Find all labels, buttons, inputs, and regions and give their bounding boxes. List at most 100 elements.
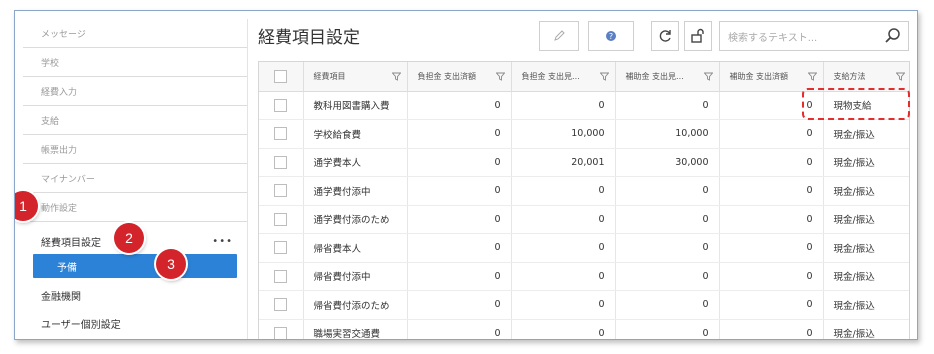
table-cell: 0 — [615, 290, 720, 320]
select-all-checkbox[interactable] — [274, 69, 288, 83]
table-cell: 教科用図書購入費 — [303, 91, 408, 120]
filter-icon[interactable] — [599, 72, 609, 81]
sidebar: メッセージ 学校 経費入力 支給 帳票出力 マイナンバー 動作設定 経費項目設定… — [23, 19, 248, 339]
sidebar-sub-reserve[interactable]: 予備 — [33, 254, 237, 278]
column-header[interactable]: 負担金 支出見... — [511, 62, 616, 92]
row-select-cell — [259, 119, 304, 149]
filter-icon[interactable] — [391, 72, 401, 81]
column-header-label: 負担金 支出見... — [521, 71, 580, 81]
table-row[interactable]: 職場実習交通費 0 0 0 0 現金/振込 — [259, 319, 909, 339]
table-row[interactable]: 通学費付添中 0 0 0 0 現金/振込 — [259, 176, 909, 206]
unlock-button[interactable] — [684, 21, 712, 51]
row-select-cell — [259, 290, 304, 320]
table-cell: 0 — [407, 176, 512, 206]
table-cell: 0 — [615, 91, 720, 120]
row-checkbox[interactable] — [274, 326, 288, 339]
filter-icon[interactable] — [495, 72, 505, 81]
help-button[interactable]: ? — [588, 21, 634, 51]
sidebar-item-label: 帳票出力 — [41, 145, 78, 156]
refresh-button[interactable] — [651, 21, 679, 51]
table-cell: 0 — [719, 319, 824, 339]
table-cell: 通学費本人 — [303, 148, 408, 177]
sidebar-item-label: 支給 — [41, 116, 60, 127]
table-cell: 0 — [511, 262, 616, 291]
app-window: メッセージ 学校 経費入力 支給 帳票出力 マイナンバー 動作設定 経費項目設定… — [14, 10, 918, 340]
table-cell: 0 — [407, 91, 512, 120]
column-header[interactable]: 補助金 支出済額 — [719, 62, 824, 92]
table-row[interactable]: 帰省費本人 0 0 0 0 現金/振込 — [259, 233, 909, 263]
search-input[interactable]: 検索するテキスト... — [719, 21, 909, 51]
table-cell: 現金/振込 — [823, 176, 909, 206]
table-cell: 0 — [615, 319, 720, 339]
column-header[interactable]: 補助金 支出見... — [615, 62, 720, 92]
more-options-icon[interactable]: ••• — [212, 236, 233, 247]
table-cell: 現金/振込 — [823, 233, 909, 263]
unlock-icon — [691, 28, 704, 43]
filter-icon[interactable] — [807, 72, 817, 81]
row-select-cell — [259, 205, 304, 234]
row-select-cell — [259, 91, 304, 120]
table-cell: 0 — [719, 148, 824, 177]
table-cell: 現金/振込 — [823, 119, 909, 149]
column-header[interactable]: 負担金 支出済額 — [407, 62, 512, 92]
table-row[interactable]: 通学費本人 0 20,001 30,000 0 現金/振込 — [259, 148, 909, 177]
sidebar-item-payment[interactable]: 支給 — [23, 106, 247, 135]
row-select-cell — [259, 233, 304, 263]
svg-text:?: ? — [609, 32, 613, 41]
filter-icon[interactable] — [703, 72, 713, 81]
table-cell: 0 — [511, 319, 616, 339]
table-cell: 職場実習交通費 — [303, 319, 408, 339]
step-badge: 3 — [156, 249, 186, 279]
table-row[interactable]: 学校給食費 0 10,000 10,000 0 現金/振込 — [259, 119, 909, 149]
table-cell: 0 — [719, 176, 824, 206]
help-icon: ? — [606, 31, 616, 41]
sidebar-item-label: 経費入力 — [41, 87, 78, 98]
table-cell: 0 — [511, 91, 616, 120]
column-header-label: 補助金 支出見... — [625, 71, 684, 81]
column-header[interactable]: 支給方法 — [823, 62, 909, 92]
table-cell: 現金/振込 — [823, 262, 909, 291]
sidebar-sub-financial-institution[interactable]: 金融機関 — [23, 282, 247, 308]
page-title: 経費項目設定 — [258, 28, 360, 48]
sidebar-item-report-output[interactable]: 帳票出力 — [23, 135, 247, 164]
column-header-label: 補助金 支出済額 — [729, 71, 789, 81]
sidebar-item-label: マイナンバー — [41, 174, 95, 185]
table-cell: 通学費付添のため — [303, 205, 408, 234]
table-cell: 現金/振込 — [823, 148, 909, 177]
table-cell: 学校給食費 — [303, 119, 408, 149]
table-cell: 0 — [719, 119, 824, 149]
row-checkbox[interactable] — [274, 98, 288, 112]
grid-body: 教科用図書購入費 0 0 0 0 現物支給 学校給食費 0 10,000 10,000 0 現金/振込… — [259, 91, 909, 339]
sidebar-sub-label: 経費項目設定 — [41, 237, 101, 249]
table-row[interactable]: 通学費付添のため 0 0 0 0 現金/振込 — [259, 205, 909, 234]
table-cell: 0 — [407, 262, 512, 291]
row-checkbox[interactable] — [274, 298, 288, 312]
row-checkbox[interactable] — [274, 184, 288, 198]
sidebar-sub-user-settings[interactable]: ユーザー個別設定 — [23, 310, 247, 336]
sidebar-item-message[interactable]: メッセージ — [23, 19, 247, 48]
table-row[interactable]: 帰省費付添のため 0 0 0 0 現金/振込 — [259, 290, 909, 320]
table-cell: 0 — [719, 233, 824, 263]
table-cell: 0 — [407, 205, 512, 234]
table-cell: 0 — [615, 233, 720, 263]
filter-icon[interactable] — [895, 72, 905, 81]
table-cell: 0 — [407, 233, 512, 263]
column-header[interactable]: 経費項目 — [303, 62, 408, 92]
table-cell: 0 — [511, 205, 616, 234]
row-checkbox[interactable] — [274, 127, 288, 141]
table-row[interactable]: 帰省費付添中 0 0 0 0 現金/振込 — [259, 262, 909, 291]
row-checkbox[interactable] — [274, 241, 288, 255]
search-icon[interactable] — [884, 27, 902, 45]
sidebar-item-school[interactable]: 学校 — [23, 48, 247, 77]
sidebar-sub-label: ユーザー個別設定 — [41, 319, 121, 331]
table-cell: 0 — [407, 148, 512, 177]
sidebar-item-settings[interactable]: 動作設定 — [23, 193, 247, 222]
sidebar-item-my-number[interactable]: マイナンバー — [23, 164, 247, 193]
edit-button[interactable] — [539, 21, 579, 51]
row-checkbox[interactable] — [274, 155, 288, 169]
table-cell: 0 — [511, 233, 616, 263]
sidebar-item-expense-input[interactable]: 経費入力 — [23, 77, 247, 106]
row-checkbox[interactable] — [274, 212, 288, 226]
row-checkbox[interactable] — [274, 269, 288, 283]
row-select-cell — [259, 176, 304, 206]
